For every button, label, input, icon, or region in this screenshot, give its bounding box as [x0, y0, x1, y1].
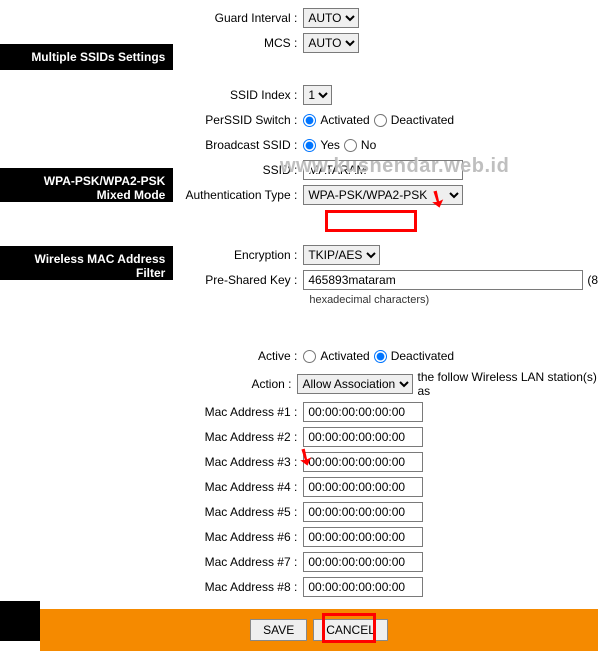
- no-text: No: [361, 138, 376, 152]
- psk-label: Pre-Shared Key :: [173, 273, 303, 287]
- annotation-psk-box: [325, 210, 417, 232]
- perssid-activated-radio[interactable]: [303, 114, 316, 127]
- ssid-index-select[interactable]: 1: [303, 85, 332, 105]
- perssid-deactivated-radio[interactable]: [374, 114, 387, 127]
- mac-addr-4-input[interactable]: [303, 477, 423, 497]
- mac-addr-5-input[interactable]: [303, 502, 423, 522]
- ssid-label: SSID :: [173, 163, 303, 177]
- broadcast-ssid-label: Broadcast SSID :: [173, 138, 303, 152]
- annotation-save-box: [322, 613, 376, 643]
- mac-active-label: Active :: [173, 349, 303, 363]
- perssid-switch-label: PerSSID Switch :: [173, 113, 303, 127]
- mcs-select[interactable]: AUTO: [303, 33, 359, 53]
- mac-action-suffix: the follow Wireless LAN station(s) as: [417, 370, 598, 398]
- activated-text: Activated: [320, 113, 369, 127]
- mac-action-label: Action :: [173, 377, 297, 391]
- psk-input[interactable]: [303, 270, 583, 290]
- yes-text: Yes: [320, 138, 340, 152]
- guard-interval-select[interactable]: AUTO: [303, 8, 359, 28]
- encryption-label: Encryption :: [173, 248, 303, 262]
- section-wpa-mode: WPA-PSK/WPA2-PSK Mixed Mode: [0, 168, 173, 202]
- mac-activated-radio[interactable]: [303, 350, 316, 363]
- mac-addr-3-label: Mac Address #3 :: [173, 455, 303, 469]
- broadcast-yes-radio[interactable]: [303, 139, 316, 152]
- mac-addr-8-input[interactable]: [303, 577, 423, 597]
- mac-addr-2-input[interactable]: [303, 427, 423, 447]
- section-multiple-ssids: Multiple SSIDs Settings: [0, 44, 173, 70]
- mac-addr-5-label: Mac Address #5 :: [173, 505, 303, 519]
- auth-type-label: Authentication Type :: [173, 188, 303, 202]
- ssid-input[interactable]: [303, 160, 463, 180]
- psk-suffix: (8: [587, 273, 598, 287]
- mac-addr-6-input[interactable]: [303, 527, 423, 547]
- mac-addr-7-label: Mac Address #7 :: [173, 555, 303, 569]
- mac-addr-7-input[interactable]: [303, 552, 423, 572]
- broadcast-no-radio[interactable]: [344, 139, 357, 152]
- encryption-select[interactable]: TKIP/AES: [303, 245, 380, 265]
- mac-addr-4-label: Mac Address #4 :: [173, 480, 303, 494]
- mcs-label: MCS :: [173, 36, 303, 50]
- mac-addr-1-input[interactable]: [303, 402, 423, 422]
- mac-addr-2-label: Mac Address #2 :: [173, 430, 303, 444]
- mac-deactivated-text: Deactivated: [391, 349, 454, 363]
- mac-addr-8-label: Mac Address #8 :: [173, 580, 303, 594]
- mac-activated-text: Activated: [320, 349, 369, 363]
- psk-note: hexadecimal characters): [303, 294, 598, 306]
- mac-addr-3-input[interactable]: [303, 452, 423, 472]
- mac-addr-6-label: Mac Address #6 :: [173, 530, 303, 544]
- mac-addr-1-label: Mac Address #1 :: [173, 405, 303, 419]
- guard-interval-label: Guard Interval :: [173, 11, 303, 25]
- section-mac-filter: Wireless MAC Address Filter: [0, 246, 173, 280]
- mac-action-select[interactable]: Allow Association: [297, 374, 413, 394]
- save-button[interactable]: SAVE: [250, 619, 307, 641]
- deactivated-text: Deactivated: [391, 113, 454, 127]
- left-black-strip: [0, 601, 40, 641]
- ssid-index-label: SSID Index :: [173, 88, 303, 102]
- mac-deactivated-radio[interactable]: [374, 350, 387, 363]
